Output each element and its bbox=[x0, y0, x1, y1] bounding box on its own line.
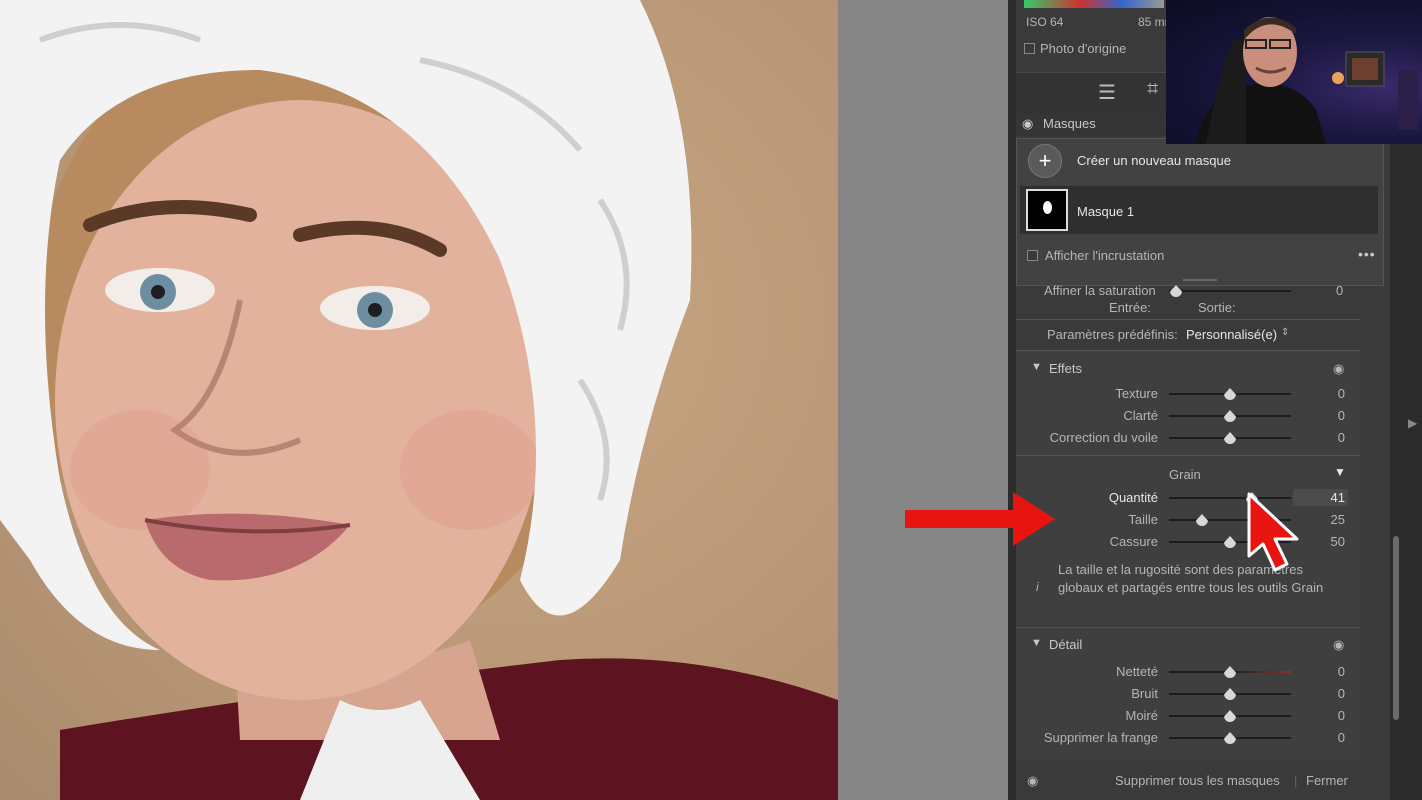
slider-label: Taille bbox=[1128, 512, 1158, 527]
slider-value[interactable]: 0 bbox=[1338, 430, 1345, 445]
mask-thumbnail[interactable] bbox=[1026, 189, 1068, 231]
input-label: Entrée: bbox=[1109, 300, 1151, 315]
collapse-triangle-icon[interactable]: ▼ bbox=[1031, 637, 1042, 649]
slider-label: Cassure bbox=[1109, 534, 1158, 549]
slider-label: Bruit bbox=[1131, 686, 1158, 701]
slider-label: Correction du voile bbox=[1049, 430, 1158, 445]
webcam-overlay bbox=[1166, 0, 1422, 144]
slider-value[interactable]: 0 bbox=[1338, 730, 1345, 745]
scrollbar-thumb[interactable] bbox=[1393, 536, 1399, 720]
original-photo-label: Photo d'origine bbox=[1040, 41, 1127, 56]
refine-saturation-slider[interactable] bbox=[1169, 290, 1291, 292]
grain-info-line2: globaux et partagés entre tous les outil… bbox=[1058, 580, 1324, 595]
original-photo-checkbox[interactable] bbox=[1024, 43, 1035, 54]
footer-separator: | bbox=[1294, 773, 1298, 788]
delete-all-masks-button[interactable]: Supprimer tous les masques bbox=[1115, 773, 1280, 788]
detail-title[interactable]: Détail bbox=[1049, 637, 1082, 652]
slider-value[interactable]: 0 bbox=[1338, 664, 1345, 679]
masks-title: Masques bbox=[1043, 116, 1096, 131]
canvas-background bbox=[838, 0, 1008, 800]
slider-label: Texture bbox=[1115, 386, 1158, 401]
portrait-photo bbox=[0, 0, 838, 800]
eye-icon[interactable]: ◉ bbox=[1022, 116, 1033, 132]
grain-triangle-icon[interactable]: ▼ bbox=[1334, 465, 1346, 479]
more-options-icon[interactable]: ••• bbox=[1358, 246, 1376, 262]
presenter-video bbox=[1196, 17, 1418, 144]
presets-label: Paramètres prédéfinis: bbox=[1047, 327, 1178, 342]
annotation-arrow-icon bbox=[905, 492, 1055, 546]
overlay-checkbox[interactable] bbox=[1027, 250, 1038, 261]
slider-value[interactable]: 25 bbox=[1331, 512, 1345, 527]
iso-value: ISO 64 bbox=[1026, 15, 1064, 29]
photo-canvas[interactable] bbox=[0, 0, 838, 800]
mouse-cursor-icon bbox=[1247, 492, 1299, 572]
refine-saturation-value: 0 bbox=[1336, 283, 1344, 298]
divider bbox=[1016, 455, 1360, 456]
detail-eye-icon[interactable]: ◉ bbox=[1333, 637, 1344, 653]
refine-saturation-label: Affiner la saturation bbox=[1044, 283, 1156, 298]
collapse-triangle-icon[interactable]: ▼ bbox=[1031, 361, 1042, 373]
close-button[interactable]: Fermer bbox=[1306, 773, 1348, 788]
slider-label: Netteté bbox=[1116, 664, 1158, 679]
slider-value[interactable]: 0 bbox=[1338, 386, 1345, 401]
lightroom-mask-editor: ▶ ISO 64 85 mm Photo d'origine ☰ ⌗ ◉ Mas… bbox=[0, 0, 1422, 800]
slider-label: Clarté bbox=[1123, 408, 1158, 423]
add-mask-icon[interactable]: + bbox=[1028, 144, 1062, 178]
overlay-label: Afficher l'incrustation bbox=[1045, 248, 1165, 263]
slider-value[interactable]: 0 bbox=[1338, 686, 1345, 701]
resize-handle[interactable] bbox=[1183, 279, 1217, 281]
histogram bbox=[1024, 0, 1164, 8]
effects-eye-icon[interactable]: ◉ bbox=[1333, 361, 1344, 377]
divider bbox=[1016, 319, 1360, 320]
crop-icon[interactable]: ⌗ bbox=[1147, 78, 1158, 101]
slider-value[interactable]: 41 bbox=[1331, 490, 1345, 505]
panel-collapse-icon[interactable]: ▶ bbox=[1408, 416, 1417, 430]
edit-sliders-icon[interactable]: ☰ bbox=[1098, 80, 1116, 105]
slider-value[interactable]: 0 bbox=[1338, 408, 1345, 423]
dropdown-arrow-icon[interactable]: ⇕ bbox=[1281, 327, 1289, 338]
slider-label: Moiré bbox=[1125, 708, 1158, 723]
effects-title[interactable]: Effets bbox=[1049, 361, 1082, 376]
create-mask-button[interactable]: Créer un nouveau masque bbox=[1077, 153, 1231, 168]
presets-dropdown[interactable]: Personnalisé(e) bbox=[1186, 327, 1277, 342]
mask-row[interactable] bbox=[1020, 186, 1378, 234]
slider-label: Quantité bbox=[1108, 490, 1158, 505]
slider-value[interactable]: 0 bbox=[1338, 708, 1345, 723]
slider-label: Supprimer la frange bbox=[1043, 730, 1158, 745]
footer-eye-icon[interactable]: ◉ bbox=[1027, 773, 1038, 789]
info-icon: i bbox=[1036, 580, 1039, 594]
slider-value[interactable]: 50 bbox=[1331, 534, 1345, 549]
output-label: Sortie: bbox=[1198, 300, 1236, 315]
grain-title: Grain bbox=[1169, 467, 1201, 482]
mask-name[interactable]: Masque 1 bbox=[1077, 204, 1134, 219]
